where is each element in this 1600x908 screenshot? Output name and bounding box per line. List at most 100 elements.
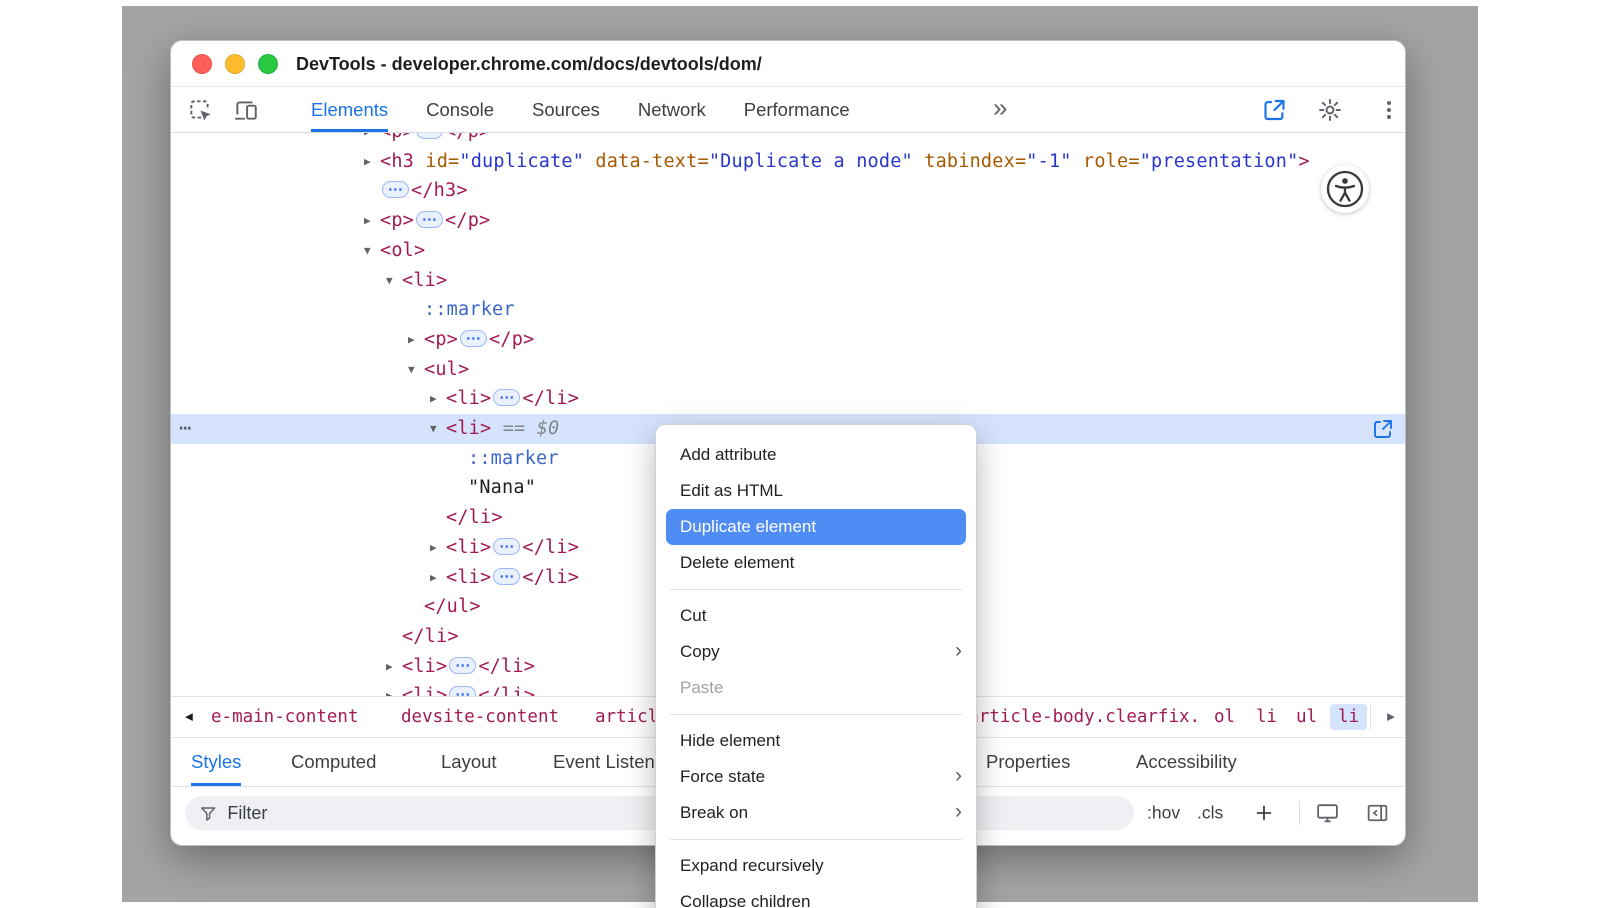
dom-tree-row[interactable]: ▼ <li> [171, 266, 1405, 296]
breadcrumb-item-li[interactable]: li [1330, 704, 1367, 730]
menu-item-break-on[interactable]: Break on› [656, 795, 976, 831]
filterbar-divider [1299, 801, 1300, 825]
square-arrow-icon[interactable] [1261, 96, 1288, 123]
dom-tree-row[interactable]: ▶<li>⋯</li> [171, 384, 1405, 414]
collapse-arrow-icon[interactable]: ▼ [364, 236, 371, 266]
menu-item-label: Copy [680, 642, 720, 662]
expand-arrow-icon[interactable]: ▶ [364, 147, 371, 177]
expand-arrow-icon[interactable]: ▶ [430, 533, 437, 563]
breadcrumb-item-li[interactable]: li [1256, 707, 1277, 727]
dom-node-text: <p>⋯</p> [380, 206, 490, 236]
dom-node-text: ::marker [424, 295, 515, 325]
menu-item-expand-recursively[interactable]: Expand recursively [656, 848, 976, 884]
tab-performance[interactable]: Performance [744, 87, 850, 132]
menu-item-cut[interactable]: Cut [656, 598, 976, 634]
menu-item-hide-element[interactable]: Hide element [656, 723, 976, 759]
dom-token-tag: <ol> [380, 240, 425, 261]
rendering-emulation-icon[interactable] [1315, 801, 1340, 826]
expand-arrow-icon[interactable]: ▶ [408, 325, 415, 355]
menu-item-label: Paste [680, 678, 723, 698]
dom-node-text: <li>⋯</li> [402, 681, 535, 696]
dom-tree-row[interactable]: ::marker [171, 295, 1405, 325]
maximize-button[interactable] [258, 54, 278, 74]
menu-item-force-state[interactable]: Force state› [656, 759, 976, 795]
menu-item-duplicate-element[interactable]: Duplicate element [666, 509, 966, 545]
dom-tree-row[interactable]: ⋯</h3> [171, 176, 1405, 206]
menu-item-label: Edit as HTML [680, 481, 783, 501]
titlebar[interactable]: DevTools - developer.chrome.com/docs/dev… [171, 41, 1405, 87]
breadcrumb-item-devsite-content[interactable]: devsite-content [401, 707, 559, 727]
dom-token-tag: </ul> [424, 596, 481, 617]
dom-node-text: <li>⋯</li> [446, 533, 579, 563]
expand-arrow-icon[interactable]: ▶ [364, 206, 371, 236]
tab-properties[interactable]: Properties [986, 738, 1070, 786]
collapse-arrow-icon[interactable]: ▼ [430, 414, 437, 444]
dom-tree-row[interactable]: ▼<ul> [171, 355, 1405, 385]
expand-arrow-icon[interactable]: ▶ [386, 652, 393, 682]
dom-token-tag: </li> [402, 626, 459, 647]
expand-arrow-icon[interactable]: ▶ [430, 384, 437, 414]
dom-tree-row[interactable]: ▶<h3 id="duplicate" data-text="Duplicate… [171, 147, 1405, 177]
inline-expand-icon[interactable]: ⋯ [449, 657, 476, 674]
dom-token-tag: </li> [522, 537, 579, 558]
window-title: DevTools - developer.chrome.com/docs/dev… [296, 41, 762, 87]
settings-gear-icon[interactable] [1317, 97, 1343, 123]
inspect-element-icon[interactable] [187, 97, 213, 123]
menu-item-copy[interactable]: Copy› [656, 634, 976, 670]
toggle-sidebar-icon[interactable] [1365, 801, 1390, 826]
dom-token-attr: data-text= [584, 151, 709, 172]
tab-accessibility[interactable]: Accessibility [1136, 738, 1237, 786]
dom-tree-row[interactable]: ▼ <ol> [171, 236, 1405, 266]
new-style-rule-icon[interactable] [1253, 802, 1275, 824]
dom-tree-row[interactable]: ▶<p>⋯</p> [171, 325, 1405, 355]
expand-arrow-icon[interactable]: ▶ [430, 563, 437, 593]
inline-expand-icon[interactable]: ⋯ [460, 330, 487, 347]
inline-expand-icon[interactable]: ⋯ [416, 211, 443, 228]
breadcrumb-item-e-main-content[interactable]: e-main-content [211, 707, 359, 727]
breadcrumb-item-ul[interactable]: ul [1296, 707, 1317, 727]
collapse-arrow-icon[interactable]: ▼ [386, 266, 393, 296]
tab-styles[interactable]: Styles [191, 738, 241, 786]
inline-expand-icon[interactable]: ⋯ [493, 538, 520, 555]
dom-token-attr: role= [1072, 151, 1140, 172]
inline-expand-icon[interactable]: ⋯ [493, 568, 520, 585]
dom-node-text: <ol> [380, 236, 425, 266]
inline-expand-icon[interactable]: ⋯ [416, 133, 443, 139]
kebab-menu-icon[interactable] [1377, 98, 1401, 122]
dom-node-text: </li> [446, 503, 503, 533]
menu-item-add-attribute[interactable]: Add attribute [656, 437, 976, 473]
expand-arrow-icon[interactable]: ▶ [386, 681, 393, 696]
breadcrumb-scroll-right-icon[interactable]: ▶ [1387, 710, 1395, 725]
tab-console[interactable]: Console [426, 87, 494, 132]
menu-item-paste[interactable]: Paste [656, 670, 976, 706]
more-tabs-icon[interactable]: » [993, 92, 1007, 123]
device-toolbar-icon[interactable] [233, 97, 259, 123]
menu-item-delete-element[interactable]: Delete element [656, 545, 976, 581]
tab-elements[interactable]: Elements [311, 87, 388, 132]
close-button[interactable] [192, 54, 212, 74]
collapse-arrow-icon[interactable]: ▼ [408, 355, 415, 385]
expand-arrow-icon[interactable]: ▶ [364, 133, 371, 147]
dom-token-tag: <li> [402, 270, 447, 291]
dom-node-text: </li> [402, 622, 459, 652]
square-arrow-icon[interactable] [1371, 417, 1395, 441]
tab-sources[interactable]: Sources [532, 87, 600, 132]
tab-layout[interactable]: Layout [441, 738, 497, 786]
minimize-button[interactable] [225, 54, 245, 74]
inline-expand-icon[interactable]: ⋯ [493, 389, 520, 406]
row-more-actions-icon[interactable]: ⋯ [179, 413, 191, 443]
tab-network[interactable]: Network [638, 87, 706, 132]
inline-expand-icon[interactable]: ⋯ [382, 181, 409, 198]
inline-expand-icon[interactable]: ⋯ [449, 686, 476, 696]
toggle-element-state-button[interactable]: :hov [1147, 803, 1180, 824]
tab-computed[interactable]: Computed [291, 738, 376, 786]
accessibility-person-icon[interactable] [1321, 165, 1369, 213]
breadcrumb-item-ol[interactable]: ol [1214, 707, 1235, 727]
dom-token-tag: </li> [446, 507, 503, 528]
menu-item-edit-as-html[interactable]: Edit as HTML [656, 473, 976, 509]
menu-divider [670, 714, 962, 715]
dom-tree-row[interactable]: ▶ <p>⋯</p> [171, 206, 1405, 236]
menu-item-collapse-children[interactable]: Collapse children [656, 884, 976, 908]
element-classes-button[interactable]: .cls [1197, 803, 1223, 824]
dom-tree-row[interactable]: ▶<p>⋯</p> [171, 133, 1405, 147]
